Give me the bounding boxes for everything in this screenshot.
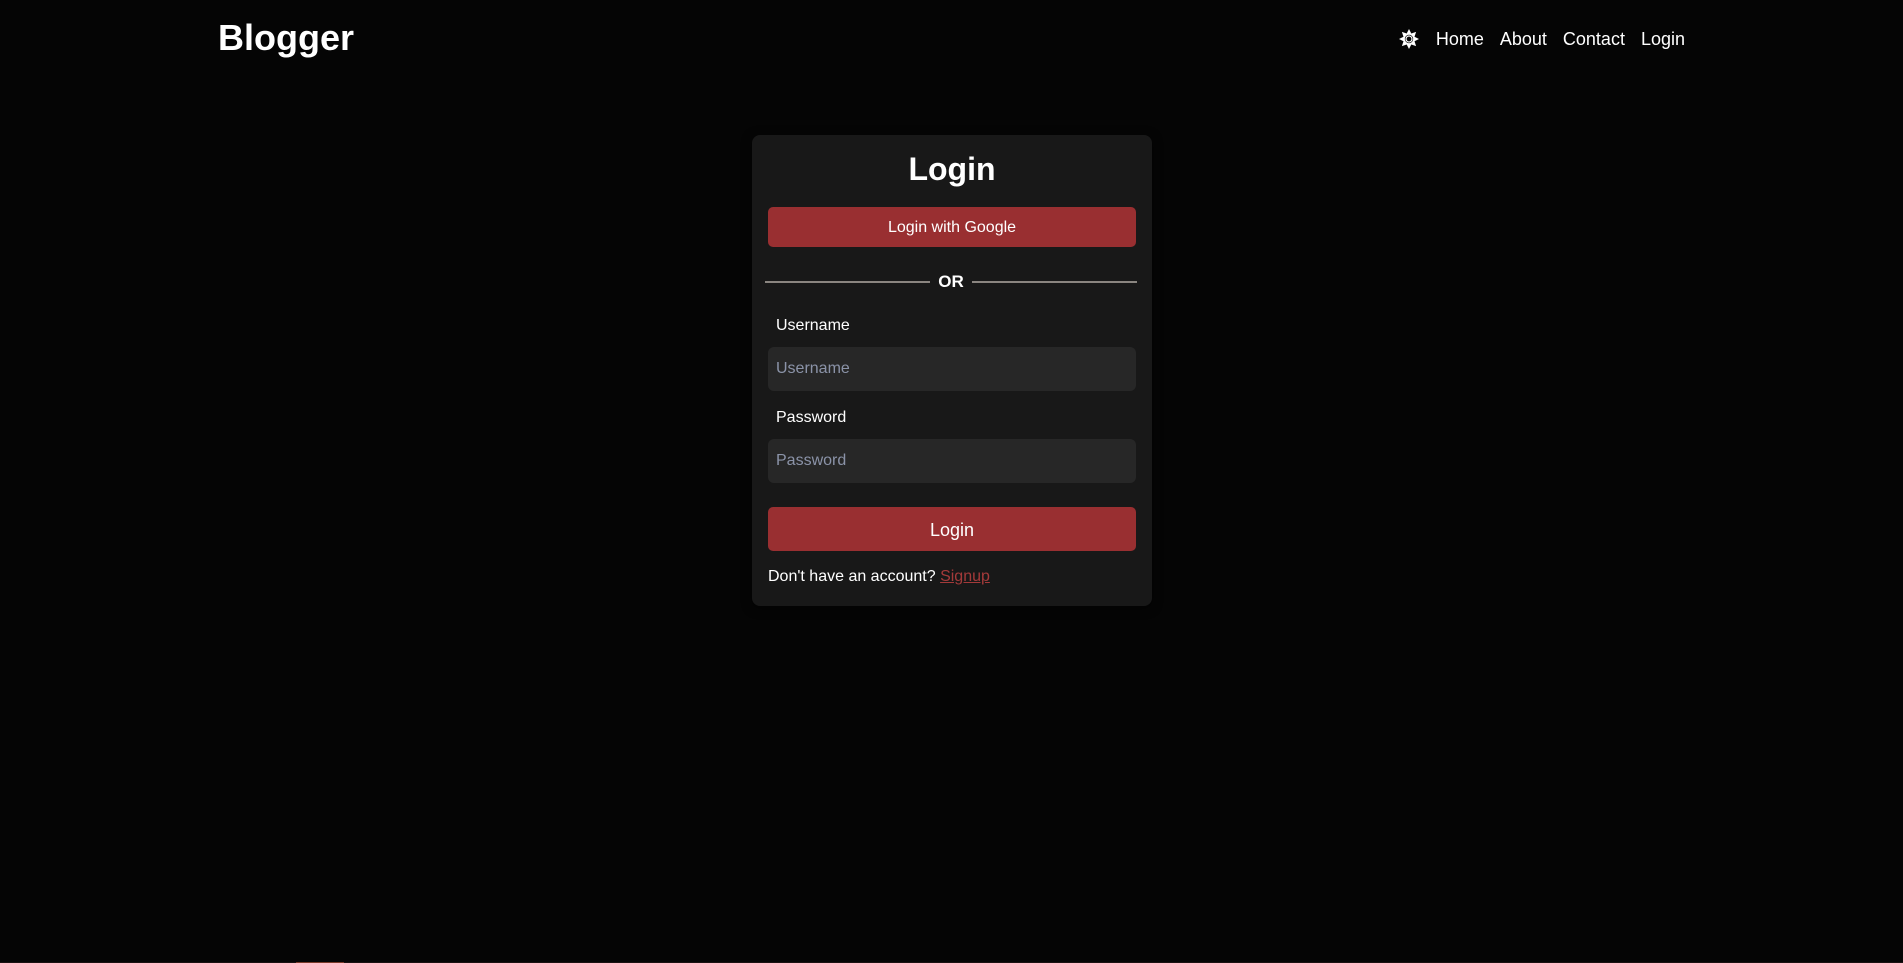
brand-logo[interactable]: Blogger xyxy=(218,16,354,60)
username-input[interactable] xyxy=(768,347,1136,391)
login-submit-button[interactable]: Login xyxy=(768,507,1136,551)
password-label: Password xyxy=(776,409,847,426)
nav-link-login[interactable]: Login xyxy=(1641,29,1685,50)
login-with-google-button[interactable]: Login with Google xyxy=(768,207,1136,247)
divider-line-right xyxy=(971,281,1137,283)
signup-prompt: Don't have an account? xyxy=(768,568,941,585)
signup-link[interactable]: Signup xyxy=(940,568,990,585)
signup-row: Don't have an account? Signup xyxy=(768,568,990,586)
login-title: Login xyxy=(908,151,996,187)
navbar: Blogger Home About Contact Login xyxy=(0,0,1903,78)
nav-link-contact[interactable]: Contact xyxy=(1563,29,1625,50)
password-input[interactable] xyxy=(768,439,1136,483)
username-label: Username xyxy=(776,317,850,334)
theme-toggle-button[interactable] xyxy=(1398,28,1420,50)
nav-links: Home About Contact Login xyxy=(1398,24,1685,54)
sun-icon xyxy=(1398,29,1419,49)
divider-text: OR xyxy=(938,272,964,291)
nav-link-about[interactable]: About xyxy=(1500,29,1547,50)
or-divider: OR xyxy=(765,272,1137,292)
divider-line-left xyxy=(765,281,931,283)
login-card: Login Login with Google OR Username Pass… xyxy=(752,135,1152,606)
nav-link-home[interactable]: Home xyxy=(1436,29,1484,50)
